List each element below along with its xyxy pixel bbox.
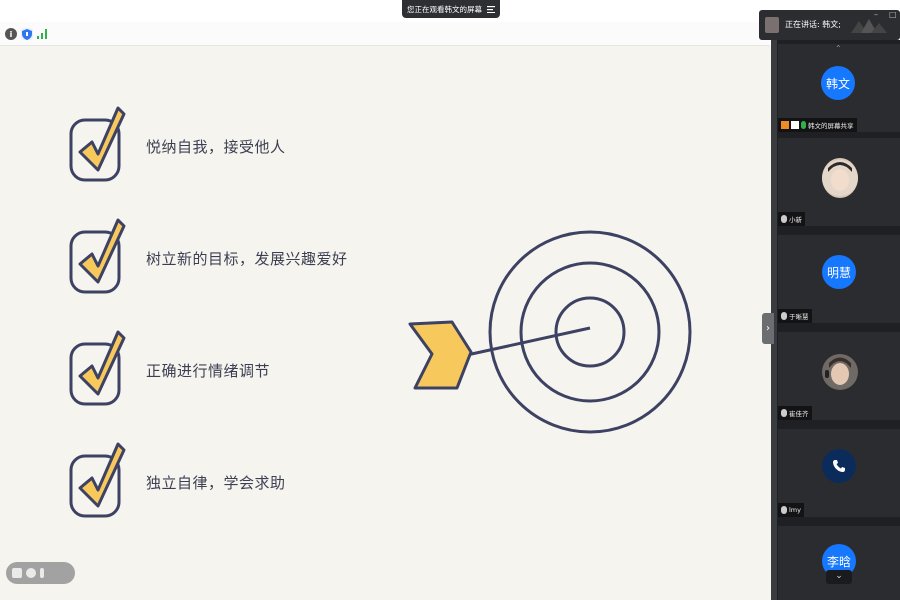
participant-name-bar: lmy (778, 503, 804, 517)
avatar: 明慧 (822, 255, 856, 289)
slide-item-1: 悦纳自我，接受他人 (146, 138, 286, 156)
mic-icon[interactable] (26, 568, 36, 578)
mic-icon (781, 312, 787, 320)
target-icon (408, 230, 692, 434)
checkbox-icon (69, 442, 126, 518)
chevron-down-icon[interactable]: ⌄ (826, 570, 852, 584)
minimize-icon[interactable]: – (874, 10, 878, 19)
checkbox-icon (69, 106, 126, 182)
more-icon[interactable] (40, 568, 44, 578)
mic-icon (801, 121, 806, 129)
participant-tile[interactable]: lmy (778, 429, 900, 517)
slide-item-4: 独立自律，学会求助 (146, 474, 286, 492)
audio-wave-icon (851, 19, 887, 33)
shared-slide: 悦纳自我，接受他人 树立新的目标，发展兴趣爱好 正确进行情绪调节 独立自律，学会… (0, 46, 771, 600)
participant-tile[interactable]: 小新 (778, 138, 900, 226)
slide-item-3: 正确进行情绪调节 (146, 362, 271, 380)
mic-icon (781, 506, 787, 514)
phone-icon (822, 449, 856, 483)
participant-name-bar: 小新 (778, 212, 805, 226)
maximize-icon[interactable]: □ (889, 10, 897, 19)
viewing-banner[interactable]: 您正在观看韩文的屏幕 (402, 0, 500, 18)
avatar (765, 17, 779, 33)
participant-tile[interactable]: 崔佳齐 (778, 332, 900, 420)
participant-name: 小新 (789, 216, 802, 224)
info-icon[interactable]: i (5, 28, 17, 40)
participant-name-bar: 韩文的屏幕共享 (778, 118, 857, 132)
floating-control-bar[interactable] (6, 562, 75, 584)
participant-name-bar: 崔佳齐 (778, 406, 812, 420)
menu-icon[interactable] (486, 5, 495, 14)
mic-icon (781, 215, 787, 223)
participant-name: 韩文的屏幕共享 (808, 122, 854, 130)
checkbox-icon (69, 218, 126, 294)
chevron-up-icon[interactable]: ⌃ (835, 44, 842, 53)
speaking-label: 正在讲话: 韩文; (785, 20, 841, 29)
avatar: 韩文 (821, 66, 855, 100)
checkbox-icon (69, 330, 126, 406)
participant-name: 于晰慧 (789, 313, 809, 321)
avatar (822, 352, 858, 392)
participant-name-bar: 于晰慧 (778, 309, 812, 323)
person-icon (781, 121, 789, 129)
participant-name: 崔佳齐 (789, 410, 809, 418)
slide-item-2: 树立新的目标，发展兴趣爱好 (146, 250, 348, 268)
grid-icon[interactable] (12, 568, 22, 578)
chevron-right-icon[interactable]: › (762, 313, 774, 344)
meeting-toolbar: i (0, 22, 770, 46)
screen-share-icon (791, 121, 799, 129)
speaking-indicator: 正在讲话: 韩文; – □ (759, 10, 900, 40)
mic-icon (781, 409, 787, 417)
shield-icon[interactable] (21, 28, 33, 40)
participant-tile[interactable]: 李晗 ⌄ (778, 526, 900, 600)
participant-tile[interactable]: 明慧 于晰慧 (778, 235, 900, 323)
participant-name: lmy (789, 506, 801, 514)
signal-icon[interactable] (36, 28, 48, 40)
avatar (822, 158, 858, 198)
participant-sidebar: ⌃ 韩文 韩文的屏幕共享 小新 明慧 于晰慧 崔佳齐 lmy 李晗 ⌄ (771, 40, 900, 600)
viewing-banner-text: 您正在观看韩文的屏幕 (407, 4, 482, 14)
participant-tile[interactable]: ⌃ 韩文 韩文的屏幕共享 (778, 44, 900, 132)
